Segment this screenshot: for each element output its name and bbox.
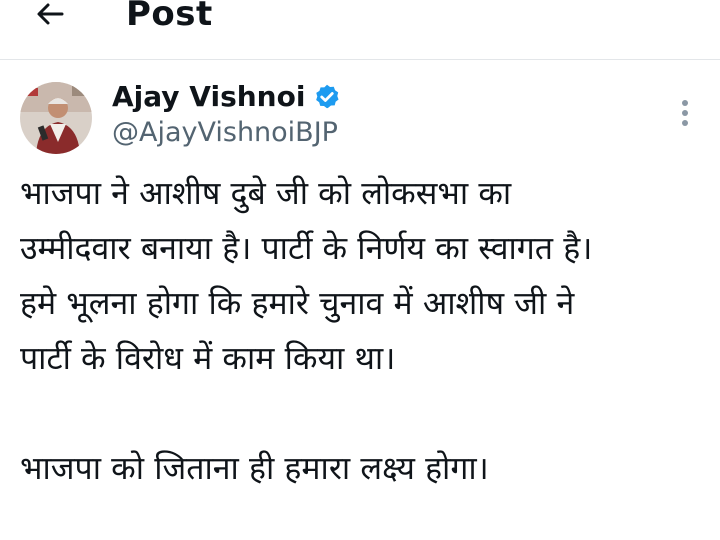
- back-button[interactable]: [28, 0, 72, 34]
- verified-badge-icon: [316, 84, 340, 109]
- avatar-image: [20, 82, 92, 154]
- author-handle[interactable]: @AjayVishnoiBJP: [112, 116, 338, 150]
- tweet-line: हमे भूलना होगा कि हमारे चुनाव में आशीष ज…: [20, 284, 575, 322]
- page-title: Post: [126, 0, 213, 34]
- arrow-left-icon: [37, 3, 64, 25]
- tweet-line: भाजपा को जिताना ही हमारा लक्ष्य होगा।: [20, 449, 489, 487]
- top-bar: Post: [0, 0, 720, 60]
- tweet-line: उम्मीदवार बनाया है। पार्टी के निर्णय का …: [20, 229, 593, 267]
- more-vertical-icon: [682, 100, 688, 126]
- author-name[interactable]: Ajay Vishnoi: [112, 80, 305, 114]
- tweet-line: भाजपा ने आशीष दुबे जी को लोकसभा का: [20, 174, 512, 212]
- tweet-header: Ajay Vishnoi @AjayVishnoiBJP: [0, 60, 720, 160]
- tweet-line: पार्टी के विरोध में काम किया था।: [20, 339, 396, 377]
- avatar[interactable]: [20, 82, 92, 154]
- more-options-button[interactable]: [668, 96, 702, 130]
- author-name-row: Ajay Vishnoi: [112, 80, 341, 114]
- tweet-text: भाजपा ने आशीष दुबे जी को लोकसभा का उम्मी…: [20, 166, 710, 496]
